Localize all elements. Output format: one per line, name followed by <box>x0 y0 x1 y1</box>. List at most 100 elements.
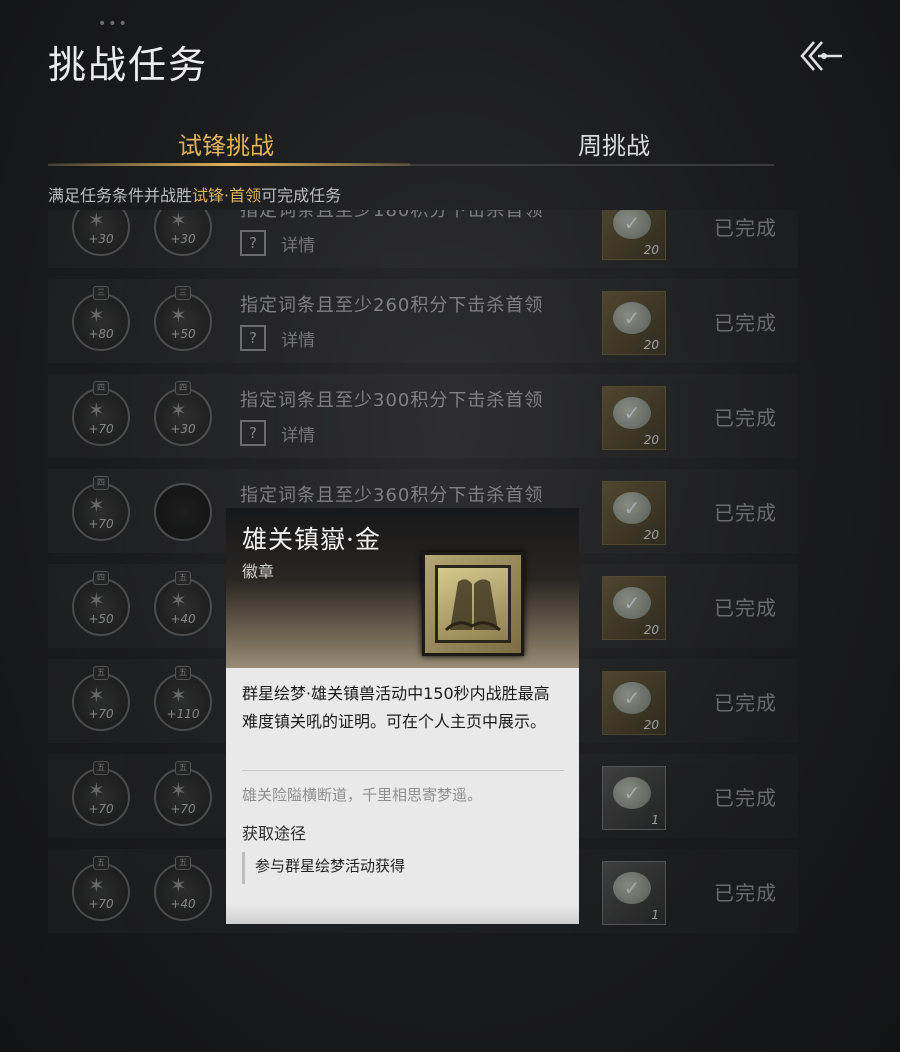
score-medal[interactable]: 四 ✶ +70 <box>72 476 130 541</box>
menu-dots[interactable]: ••• <box>98 16 129 32</box>
monster-icon: ✶ <box>170 398 187 422</box>
score-medal[interactable]: 五 ✶ +110 <box>154 666 212 731</box>
score-medal[interactable]: 三 ✶ +80 <box>72 286 130 351</box>
score-medal[interactable]: ✶ +30 <box>72 210 130 256</box>
medal-points: +70 <box>88 897 114 911</box>
reward-item[interactable]: ✓ 20 <box>602 291 666 355</box>
medal-points: +70 <box>88 517 114 531</box>
monster-icon: ✶ <box>88 873 105 897</box>
detail-label: 详情 <box>281 330 316 351</box>
reward-count: 20 <box>643 338 659 352</box>
medal-points: +40 <box>170 612 196 626</box>
score-medal[interactable]: 五 ✶ +70 <box>72 666 130 731</box>
medal-points: +80 <box>88 327 114 341</box>
reward-item[interactable]: ✓ 20 <box>602 671 666 735</box>
medal-tier: 五 <box>93 666 109 680</box>
score-medal[interactable]: 四 ✶ +70 <box>72 381 130 446</box>
detail-button[interactable]: ? 详情 <box>240 230 316 256</box>
task-hint-highlight: 试锋·首领 <box>192 186 262 205</box>
badge-emblem <box>435 565 511 643</box>
medal-tier: 四 <box>93 381 109 395</box>
back-arrow-icon <box>800 41 842 71</box>
check-icon: ✓ <box>613 210 651 239</box>
monster-icon: ✶ <box>88 303 105 327</box>
reward-item[interactable]: ✓ 20 <box>602 481 666 545</box>
medal-tier: 四 <box>93 476 109 490</box>
tooltip-divider <box>242 770 564 771</box>
reward-item[interactable]: ✓ 20 <box>602 210 666 260</box>
detail-label: 详情 <box>281 425 316 446</box>
monster-icon: ✶ <box>88 683 105 707</box>
item-type: 徽章 <box>242 562 275 581</box>
monster-icon: ✶ <box>170 778 187 802</box>
item-name: 雄关镇嶽·金 <box>242 525 381 554</box>
task-hint-suffix: 可完成任务 <box>261 186 342 205</box>
task-status: 已完成 <box>714 786 777 810</box>
reward-count: 20 <box>643 623 659 637</box>
tab-trial-challenge[interactable]: 试锋挑战 <box>178 126 274 161</box>
medal-tier: 五 <box>175 571 191 585</box>
reward-count: 1 <box>651 813 659 827</box>
medal-tier: 三 <box>93 286 109 300</box>
check-icon: ✓ <box>613 492 651 524</box>
task-description: 指定词条且至少260积分下击杀首领 <box>240 295 544 316</box>
question-icon: ? <box>240 420 266 446</box>
back-button[interactable] <box>796 36 846 76</box>
task-row[interactable]: ✶ +30 ✶ +30 指定词条且至少180积分下击杀首领 ? 详情 ✓ 20 … <box>48 210 798 268</box>
medal-points: +70 <box>88 422 114 436</box>
item-description: 群星绘梦·雄关镇兽活动中150秒内战胜最高难度镇关吼的证明。可在个人主页中展示。 <box>242 684 550 731</box>
medal-points: +30 <box>170 422 196 436</box>
monster-icon: ✶ <box>88 210 105 232</box>
detail-label: 详情 <box>281 235 316 256</box>
source-text: 参与群星绘梦活动获得 <box>242 852 405 884</box>
score-medal[interactable]: ✶ +30 <box>154 210 212 256</box>
task-row[interactable]: 三 ✶ +80 三 ✶ +50 指定词条且至少260积分下击杀首领 ? 详情 ✓… <box>48 279 798 363</box>
score-medal[interactable]: 五 ✶ +40 <box>154 571 212 636</box>
tab-bar: 试锋挑战 周挑战 <box>48 118 774 166</box>
medal-tier: 五 <box>175 761 191 775</box>
medal-points: +30 <box>170 232 196 246</box>
score-medal[interactable]: 四 ✶ +30 <box>154 381 212 446</box>
task-status: 已完成 <box>714 596 777 620</box>
monster-icon: ✶ <box>170 210 187 232</box>
monster-icon: ✶ <box>170 683 187 707</box>
reward-item[interactable]: ✓ 1 <box>602 766 666 830</box>
task-status: 已完成 <box>714 881 777 905</box>
task-hint-prefix: 满足任务条件并战胜 <box>48 186 193 205</box>
medal-points: +70 <box>88 802 114 816</box>
task-description: 指定词条且至少360积分下击杀首领 <box>240 485 544 506</box>
reward-item[interactable]: ✓ 20 <box>602 386 666 450</box>
item-tooltip: 雄关镇嶽·金 徽章 群星绘梦·雄关镇兽活动中150秒内战胜最高难度镇关吼的证明。… <box>226 508 579 924</box>
detail-button[interactable]: ? 详情 <box>240 420 316 446</box>
task-row[interactable]: 四 ✶ +70 四 ✶ +30 指定词条且至少300积分下击杀首领 ? 详情 ✓… <box>48 374 798 458</box>
detail-button[interactable]: ? 详情 <box>240 325 316 351</box>
medal-tier: 五 <box>93 761 109 775</box>
question-icon: ? <box>240 325 266 351</box>
task-status: 已完成 <box>714 501 777 525</box>
medal-tier: 四 <box>175 381 191 395</box>
check-icon: ✓ <box>613 872 651 904</box>
task-description: 指定词条且至少300积分下击杀首领 <box>240 390 544 411</box>
monster-icon: ✶ <box>88 493 105 517</box>
medal-tier: 三 <box>175 286 191 300</box>
score-medal[interactable]: 五 ✶ +70 <box>154 761 212 826</box>
reward-item[interactable]: ✓ 1 <box>602 861 666 925</box>
tab-weekly-challenge[interactable]: 周挑战 <box>578 126 650 161</box>
score-medal[interactable]: 四 ✶ +50 <box>72 571 130 636</box>
score-medal[interactable] <box>154 483 212 541</box>
check-icon: ✓ <box>613 587 651 619</box>
score-medal[interactable]: 五 ✶ +70 <box>72 761 130 826</box>
task-description: 指定词条且至少180积分下击杀首领 <box>240 210 544 221</box>
medal-tier: 四 <box>93 571 109 585</box>
monster-icon: ✶ <box>170 303 187 327</box>
medal-points: +110 <box>166 707 200 721</box>
page-title: 挑战任务 <box>48 43 209 87</box>
reward-item[interactable]: ✓ 20 <box>602 576 666 640</box>
medal-points: +50 <box>170 327 196 341</box>
medal-points: +70 <box>88 707 114 721</box>
score-medal[interactable]: 三 ✶ +50 <box>154 286 212 351</box>
medal-tier: 五 <box>93 856 109 870</box>
score-medal[interactable]: 五 ✶ +70 <box>72 856 130 921</box>
monster-icon: ✶ <box>170 588 187 612</box>
score-medal[interactable]: 五 ✶ +40 <box>154 856 212 921</box>
